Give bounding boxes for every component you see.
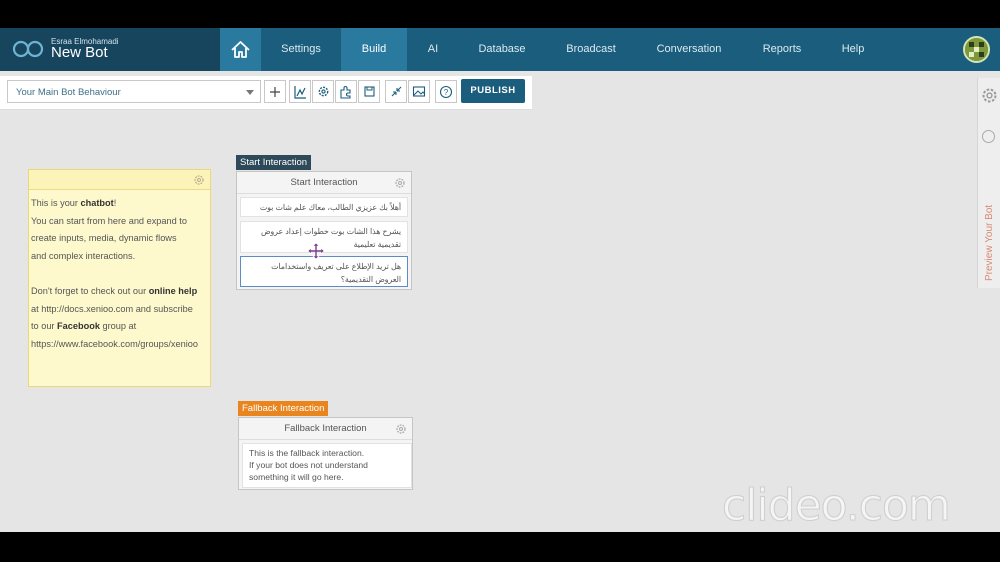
note-body: This is your chatbot! You can start from… (31, 198, 198, 349)
behaviour-select-value: Your Main Bot Behaviour (16, 87, 121, 98)
nav-build[interactable]: Build (341, 28, 407, 71)
nav-ai[interactable]: AI (407, 28, 459, 71)
nav-broadcast[interactable]: Broadcast (545, 28, 637, 71)
message-bubble-selected[interactable]: هل تريد الإطلاع على تعريف واستخدامات الع… (240, 256, 408, 287)
nav-database[interactable]: Database (459, 28, 545, 71)
help-button[interactable]: ? (435, 80, 457, 103)
home-button[interactable] (220, 28, 261, 71)
plus-icon (270, 86, 280, 97)
fallback-interaction-title: Fallback Interaction (239, 418, 412, 440)
analytics-button[interactable] (289, 80, 311, 103)
nav-settings[interactable]: Settings (261, 28, 341, 71)
svg-text:?: ? (444, 88, 449, 97)
bot-name[interactable]: New Bot (51, 44, 108, 61)
publish-button[interactable]: PUBLISH (461, 79, 525, 103)
watermark: clideo.com (722, 480, 952, 532)
app-window: Esraa Elmohamadi New Bot Settings Build … (0, 28, 1000, 532)
behaviour-select[interactable]: Your Main Bot Behaviour (7, 80, 261, 103)
compress-icon (391, 86, 401, 97)
components-button[interactable] (335, 80, 357, 103)
image-button[interactable] (408, 80, 430, 103)
preview-bot-label: Preview Your Bot (984, 204, 995, 281)
top-navigation: Esraa Elmohamadi New Bot Settings Build … (0, 28, 1000, 71)
brand: Esraa Elmohamadi New Bot (0, 28, 220, 71)
avatar[interactable] (963, 36, 990, 63)
image-icon (412, 86, 426, 97)
save-button[interactable] (358, 80, 380, 103)
chart-icon (294, 85, 306, 99)
gear-icon[interactable] (193, 174, 205, 186)
xenioo-logo-icon (12, 40, 44, 58)
note-header (29, 170, 210, 190)
help-icon: ? (439, 85, 453, 98)
message-bubble[interactable]: يشرح هذا الشات بوت خطوات إعداد عروض تقدي… (240, 221, 408, 253)
build-toolbar: Your Main Bot Behaviour ? PUBLISH (0, 76, 532, 110)
message-bubble[interactable]: أهلاً بك عزيزي الطالب، معاك علم شات بوت (240, 197, 408, 217)
add-button[interactable] (264, 80, 286, 103)
gear-icon[interactable] (395, 423, 407, 435)
start-interaction-card[interactable]: Start Interaction أهلاً بك عزيزي الطالب،… (236, 171, 412, 290)
status-circle-icon (982, 130, 995, 143)
start-interaction-title: Start Interaction (237, 172, 411, 194)
puzzle-icon (340, 85, 351, 99)
home-icon (231, 41, 250, 58)
right-panel: Preview Your Bot (977, 78, 1000, 288)
chevron-down-icon (246, 90, 254, 95)
fallback-interaction-tag: Fallback Interaction (238, 401, 329, 416)
compress-button[interactable] (385, 80, 407, 103)
preview-bot-tab[interactable]: Preview Your Bot (981, 153, 998, 283)
settings-button[interactable] (312, 80, 334, 103)
fallback-interaction-card[interactable]: Fallback Interaction This is the fallbac… (238, 417, 413, 490)
welcome-note[interactable]: This is your chatbot! You can start from… (28, 169, 211, 387)
avatar-pattern-icon (965, 38, 988, 61)
nav-reports[interactable]: Reports (741, 28, 823, 71)
nav-conversation[interactable]: Conversation (637, 28, 741, 71)
gear-icon[interactable] (980, 86, 999, 105)
move-cursor-icon (308, 243, 324, 259)
nav-help[interactable]: Help (823, 28, 883, 71)
gear-icon[interactable] (394, 177, 406, 189)
start-interaction-tag: Start Interaction (236, 155, 312, 170)
fallback-message[interactable]: This is the fallback interaction. If you… (242, 443, 412, 488)
save-icon (363, 86, 375, 97)
gear-icon (318, 86, 328, 97)
